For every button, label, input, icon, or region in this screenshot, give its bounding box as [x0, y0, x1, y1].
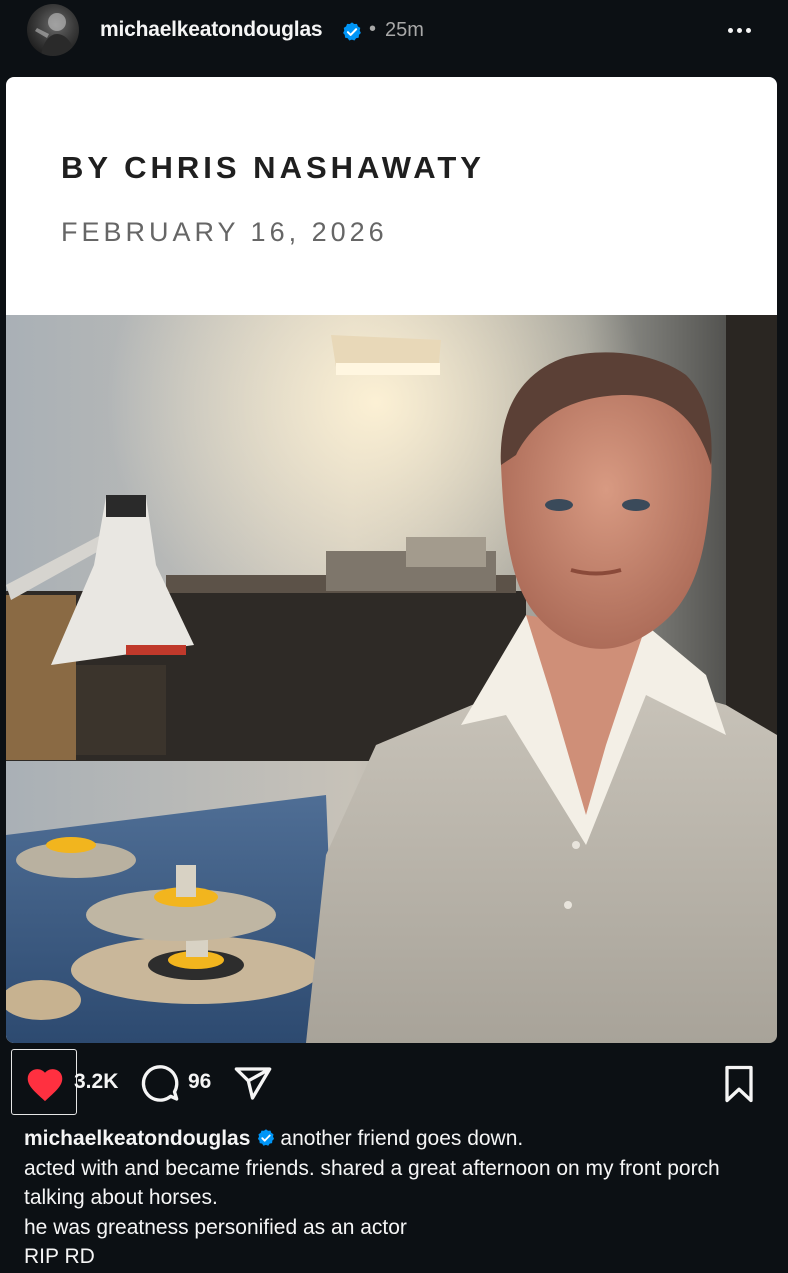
- send-icon[interactable]: [233, 1064, 273, 1104]
- post-timestamp[interactable]: 25m: [385, 19, 424, 42]
- like-button[interactable]: [11, 1049, 77, 1115]
- article-date: FEBRUARY 16, 2026: [61, 217, 388, 247]
- caption-line: RIP RD: [24, 1245, 95, 1268]
- article-byline: BY CHRIS NASHAWATY: [61, 150, 485, 185]
- post-header: michaelkeatondouglas • 25m: [0, 0, 788, 64]
- comment-count[interactable]: 96: [188, 1070, 211, 1094]
- post-username[interactable]: michaelkeatondouglas: [100, 18, 323, 42]
- caption-first-line: michaelkeatondouglas another friend goes…: [24, 1124, 764, 1154]
- post-media[interactable]: BY CHRIS NASHAWATY FEBRUARY 16, 2026: [6, 77, 777, 1043]
- avatar[interactable]: [27, 4, 79, 56]
- heart-filled-icon: [27, 1069, 63, 1102]
- caption-username[interactable]: michaelkeatondouglas: [24, 1127, 250, 1150]
- separator-dot: •: [369, 18, 377, 40]
- post-photo: [6, 315, 777, 1043]
- like-count[interactable]: 3.2K: [74, 1070, 118, 1094]
- post-caption: michaelkeatondouglas another friend goes…: [24, 1124, 764, 1272]
- bookmark-icon[interactable]: [721, 1064, 757, 1104]
- comment-icon[interactable]: [140, 1064, 180, 1104]
- caption-line: acted with and became friends. shared a …: [24, 1156, 720, 1210]
- post-actions: 3.2K 96: [0, 1046, 788, 1118]
- caption-text: another friend goes down.: [280, 1127, 524, 1150]
- verified-badge-icon: [258, 1129, 275, 1146]
- more-options-icon[interactable]: [726, 18, 758, 42]
- verified-badge-icon: [343, 22, 361, 41]
- caption-line: he was greatness personified as an actor: [24, 1215, 407, 1239]
